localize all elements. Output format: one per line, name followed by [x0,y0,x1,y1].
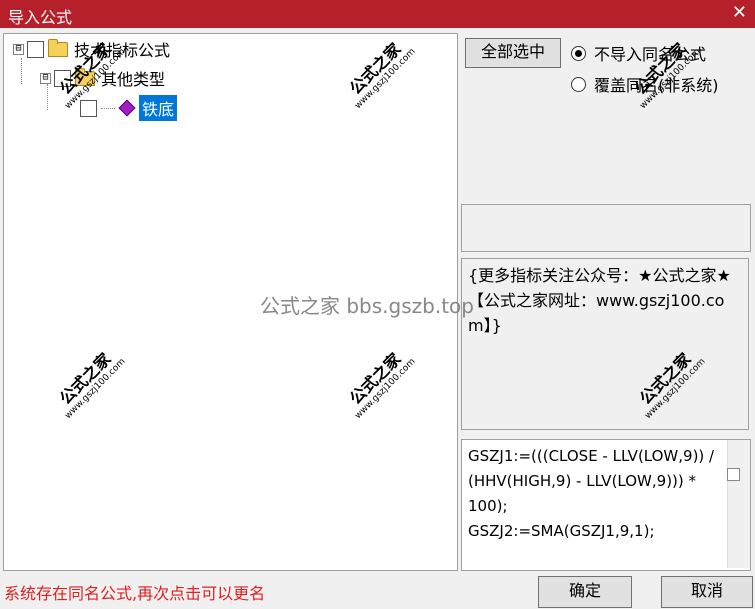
select-all-button[interactable]: 全部选中 [465,38,561,68]
formula-icon [118,99,136,117]
option-label: 不导入同名公式 [594,45,707,64]
description-text: {更多指标关注公众号：★公式之家★ 【公式之家网址：www.gszj100.co… [468,266,731,335]
collapse-icon[interactable]: ⊟ [40,72,51,84]
cancel-button[interactable]: 取消 [661,576,753,608]
root-checkbox[interactable] [27,40,44,58]
scrollbar[interactable] [727,440,750,568]
option-label: 覆盖同名(非系统) [594,76,719,95]
ok-button[interactable]: 确定 [538,576,632,608]
formula-tree[interactable]: ⊟ 技术指标公式 ⊟ 其他类型 铁底 [3,33,458,571]
leaf-checkbox[interactable] [80,99,97,117]
tree-guide-line [21,58,22,84]
tree-node-label: 其他类型 [101,70,166,89]
tree-node-root[interactable]: ⊟ 技术指标公式 [13,38,170,60]
description-box: {更多指标关注公众号：★公式之家★ 【公式之家网址：www.gszj100.co… [461,258,749,430]
tree-node-label-selected[interactable]: 铁底 [139,95,178,121]
close-icon[interactable]: ✕ [732,2,747,23]
window-title: 导入公式 [8,8,73,27]
code-box[interactable]: GSZJ1:=(((CLOSE - LLV(LOW,9)) / (HHV(HIG… [461,439,751,571]
code-checkbox[interactable] [727,468,740,481]
option-skip-same-name[interactable]: 不导入同名公式 [571,41,706,65]
info-box [461,204,751,252]
title-bar: 导入公式 ✕ [0,0,755,28]
radio-skip-same-name[interactable] [571,45,586,61]
status-message: 系统存在同名公式,再次点击可以更名 [4,584,266,603]
tree-node-group[interactable]: ⊟ 其他类型 [40,67,165,89]
option-overwrite-same-name[interactable]: 覆盖同名(非系统) [571,72,719,96]
folder-icon [75,67,95,86]
tree-node-label: 技术指标公式 [74,41,171,60]
code-text: GSZJ1:=(((CLOSE - LLV(LOW,9)) / (HHV(HIG… [468,447,715,540]
collapse-icon[interactable]: ⊟ [13,43,24,55]
folder-icon [48,38,68,57]
group-checkbox[interactable] [54,69,71,87]
tree-node-leaf[interactable]: 铁底 [80,95,178,121]
radio-overwrite-same-name[interactable] [571,76,586,92]
tree-connector [101,107,115,109]
